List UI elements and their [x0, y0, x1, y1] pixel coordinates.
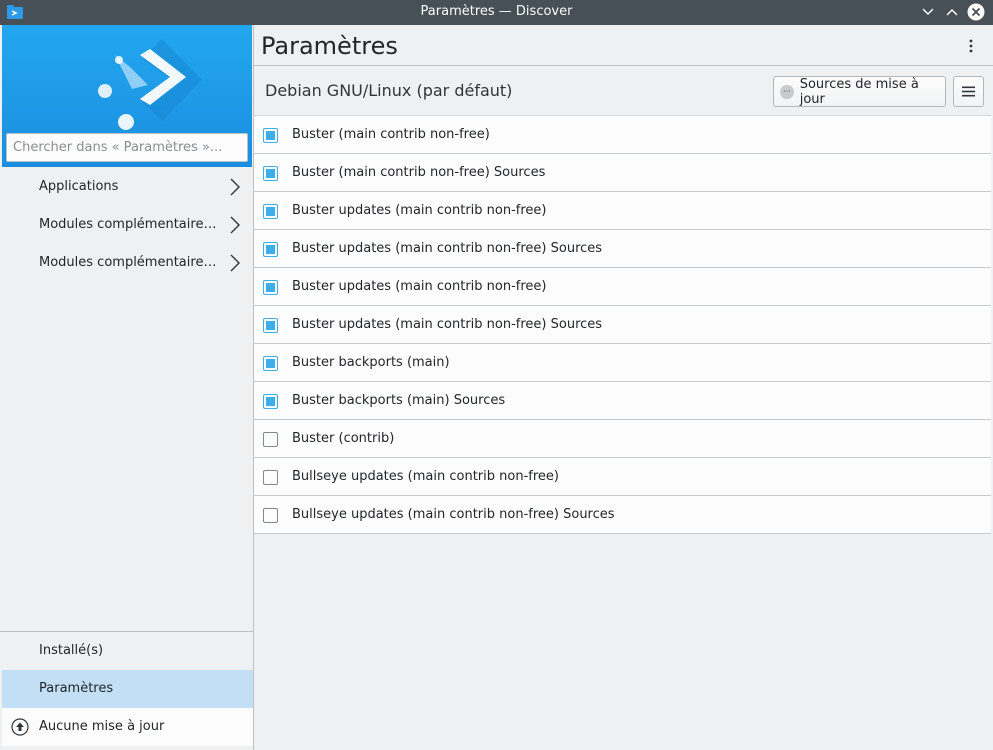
more-options-button[interactable] — [961, 35, 981, 57]
page-title: Paramètres — [261, 32, 398, 60]
repository-row[interactable]: Buster updates (main contrib non-free) — [254, 192, 991, 230]
chevron-right-icon — [230, 254, 240, 272]
sidebar-item-installed[interactable]: Installé(s) — [2, 632, 253, 670]
repository-row[interactable]: Buster updates (main contrib non-free) — [254, 268, 991, 306]
repository-row[interactable]: Buster (main contrib non-free) Sources — [254, 154, 991, 192]
update-sources-button[interactable]: ··· Sources de mise à jour — [773, 76, 946, 107]
repository-row[interactable]: Bullseye updates (main contrib non-free) — [254, 458, 991, 496]
window-title: Paramètres — Discover — [420, 4, 573, 19]
more-icon: ··· — [780, 84, 794, 99]
repository-row[interactable]: Buster (contrib) — [254, 420, 991, 458]
repository-checkbox[interactable] — [263, 508, 278, 523]
main-panel: Paramètres Debian GNU/Linux (par défaut)… — [254, 25, 993, 750]
chevron-right-icon — [230, 216, 240, 234]
repository-label: Buster backports (main) — [292, 355, 450, 370]
repository-label: Buster backports (main) Sources — [292, 393, 506, 408]
chevron-up-icon — [946, 8, 958, 16]
sidebar-item-applications[interactable]: Applications — [0, 168, 253, 206]
repository-label: Buster (main contrib non-free) — [292, 127, 490, 142]
sidebar: Applications Modules complémentaires ...… — [0, 25, 254, 750]
search-input[interactable] — [6, 133, 248, 162]
window-titlebar: Paramètres — Discover — [0, 0, 993, 25]
sidebar-item-addons-1[interactable]: Modules complémentaires ... — [0, 206, 253, 244]
repository-checkbox[interactable] — [263, 432, 278, 447]
repository-label: Bullseye updates (main contrib non-free)… — [292, 507, 615, 522]
repository-row[interactable]: Buster (main contrib non-free) — [254, 116, 991, 154]
chevron-right-icon — [230, 178, 240, 196]
update-sources-label: Sources de mise à jour — [799, 76, 919, 107]
sidebar-item-settings[interactable]: Paramètres — [2, 670, 253, 708]
sidebar-item-label: Aucune mise à jour — [39, 719, 165, 734]
repository-label: Bullseye updates (main contrib non-free) — [292, 469, 559, 484]
repository-checkbox[interactable] — [263, 204, 278, 219]
maximize-button[interactable] — [942, 2, 962, 22]
repository-row[interactable]: Buster backports (main) Sources — [254, 382, 991, 420]
chevron-down-icon — [922, 8, 934, 16]
repository-label: Buster (contrib) — [292, 431, 395, 446]
repository-row[interactable]: Bullseye updates (main contrib non-free)… — [254, 496, 991, 534]
repository-checkbox[interactable] — [263, 242, 278, 257]
source-menu-button[interactable] — [953, 76, 984, 107]
minimize-button[interactable] — [918, 2, 938, 22]
divider — [254, 65, 993, 66]
repository-checkbox[interactable] — [263, 470, 278, 485]
repository-checkbox[interactable] — [263, 356, 278, 371]
update-arrow-icon — [11, 718, 29, 736]
repository-checkbox[interactable] — [263, 166, 278, 181]
sidebar-item-updates[interactable]: Aucune mise à jour — [2, 708, 253, 746]
repository-label: Buster updates (main contrib non-free) — [292, 203, 547, 218]
sidebar-item-addons-2[interactable]: Modules complémentaires ... — [0, 244, 253, 282]
kebab-menu-icon — [969, 39, 973, 53]
repository-checkbox[interactable] — [263, 128, 278, 143]
sidebar-item-label: Modules complémentaires ... — [39, 217, 217, 232]
sidebar-item-label: Modules complémentaires ... — [39, 255, 217, 270]
close-icon — [967, 3, 985, 21]
repository-row[interactable]: Buster updates (main contrib non-free) S… — [254, 230, 991, 268]
repository-checkbox[interactable] — [263, 280, 278, 295]
repository-label: Buster updates (main contrib non-free) S… — [292, 241, 603, 256]
sidebar-item-label: Paramètres — [39, 681, 114, 696]
hamburger-menu-icon — [962, 86, 975, 97]
repository-label: Buster updates (main contrib non-free) S… — [292, 317, 603, 332]
repository-label: Buster (main contrib non-free) Sources — [292, 165, 546, 180]
source-name: Debian GNU/Linux (par défaut) — [265, 81, 513, 100]
repository-row[interactable]: Buster backports (main) — [254, 344, 991, 382]
repository-row[interactable]: Buster updates (main contrib non-free) S… — [254, 306, 991, 344]
close-button[interactable] — [966, 2, 986, 22]
sidebar-item-label: Installé(s) — [39, 643, 104, 658]
sidebar-item-label: Applications — [39, 179, 119, 194]
repository-checkbox[interactable] — [263, 318, 278, 333]
repository-label: Buster updates (main contrib non-free) — [292, 279, 547, 294]
repository-checkbox[interactable] — [263, 394, 278, 409]
repository-list: Buster (main contrib non-free) Buster (ma… — [254, 115, 991, 534]
